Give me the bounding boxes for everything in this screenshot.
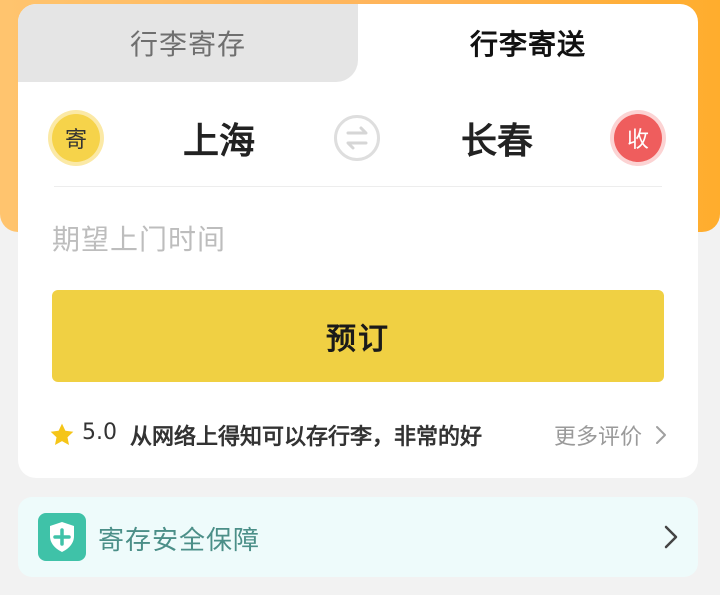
tab-luggage-delivery-label: 行李寄送 — [469, 28, 586, 61]
route-selector: 寄 上海 长春 收 — [18, 94, 698, 184]
tab-luggage-storage[interactable]: 行李寄存 — [18, 4, 358, 82]
tab-luggage-delivery[interactable]: 行李寄送 — [358, 4, 698, 82]
send-badge-label: 寄 — [64, 128, 87, 153]
receive-badge: 收 — [614, 114, 662, 162]
receive-badge-label: 收 — [626, 128, 649, 153]
swap-arrows-icon[interactable] — [334, 115, 380, 161]
book-button-label: 预订 — [326, 322, 390, 357]
safety-guarantee-label: 寄存安全保障 — [98, 526, 261, 556]
more-reviews-link[interactable]: 更多评价 — [554, 419, 642, 451]
chevron-right-icon[interactable] — [662, 523, 680, 551]
review-text: 从网络上得知可以存行李，非常的好 — [130, 425, 483, 450]
from-city[interactable]: 上海 — [139, 112, 299, 164]
review-row: 5.0 从网络上得知可以存行李，非常的好 更多评价 — [48, 418, 670, 452]
chevron-right-icon[interactable] — [654, 424, 668, 446]
booking-card: 行李寄存 行李寄送 寄 上海 长春 收 期望上门时间 预订 5.0 从网络上得知… — [18, 4, 698, 478]
pickup-time-field[interactable]: 期望上门时间 — [52, 218, 226, 258]
safety-guarantee-banner[interactable]: 寄存安全保障 — [18, 497, 698, 577]
to-city[interactable]: 长春 — [417, 112, 577, 164]
star-icon — [50, 423, 74, 446]
rating-score: 5.0 — [82, 420, 117, 445]
send-badge: 寄 — [52, 114, 100, 162]
book-button[interactable]: 预订 — [52, 290, 664, 382]
shield-plus-icon — [38, 513, 86, 561]
divider — [54, 186, 662, 187]
tab-luggage-storage-label: 行李寄存 — [129, 28, 246, 61]
